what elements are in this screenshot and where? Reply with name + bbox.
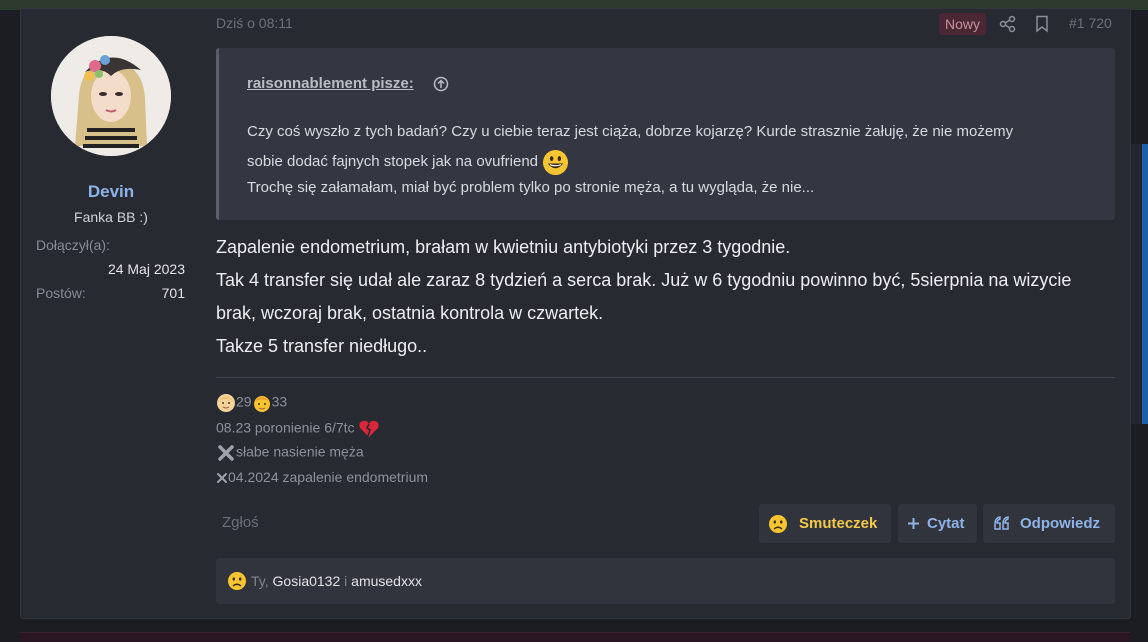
avatar-image xyxy=(51,36,171,156)
sad-face-icon xyxy=(228,572,246,590)
reactions-summary[interactable]: Ty, Gosia0132 i amusedxxx xyxy=(216,558,1115,604)
post-body: Zapalenie endometrium, brałam w kwietniu… xyxy=(216,231,1116,363)
posts-label: Postów: xyxy=(36,285,86,301)
reply-button-label: Odpowiedz xyxy=(1020,515,1100,532)
reaction-you: Ty, xyxy=(251,573,269,589)
reaction-sad-label: Smuteczek xyxy=(799,515,878,532)
reaction-user-1[interactable]: Gosia0132 xyxy=(273,573,341,589)
quote-line-2: sobie dodać fajnych stopek jak na ovufri… xyxy=(247,147,1087,177)
signature-endometritis: 04.2024 zapalenie endometrium xyxy=(228,469,429,485)
user-info-column: Devin Fanka BB :) Dołączył(a): 24 Maj 20… xyxy=(21,9,201,618)
side-accent-bar xyxy=(1142,144,1148,424)
broken-heart-icon xyxy=(359,420,380,437)
post-number[interactable]: #1 720 xyxy=(1069,15,1112,31)
forum-post: Devin Fanka BB :) Dołączył(a): 24 Maj 20… xyxy=(20,8,1131,619)
woman-emoji-icon xyxy=(217,394,235,412)
username[interactable]: Devin xyxy=(21,182,201,202)
plus-icon xyxy=(908,518,919,529)
reply-button[interactable]: Odpowiedz xyxy=(983,504,1115,543)
small-cross-icon xyxy=(217,473,227,484)
man-emoji-icon xyxy=(253,396,270,412)
body-line-4: Takze 5 transfer niedługo.. xyxy=(216,336,428,356)
quote-button[interactable]: Cytat xyxy=(898,504,977,543)
reaction-and: i xyxy=(344,573,348,589)
quote-line-2-text: sobie dodać fajnych stopek jak na ovufri… xyxy=(247,153,539,170)
post-date[interactable]: Dziś o 08:11 xyxy=(216,15,293,31)
arrow-up-circle-icon[interactable] xyxy=(433,76,449,92)
share-icon[interactable] xyxy=(999,15,1017,33)
user-title: Fanka BB :) xyxy=(74,209,148,225)
new-badge: Nowy xyxy=(939,13,987,35)
quote-line-1: Czy coś wyszło z tych badań? Czy u ciebi… xyxy=(247,123,1014,140)
next-post-edge xyxy=(20,632,1130,642)
cross-mark-icon xyxy=(218,445,234,461)
signature-line-4: 04.2024 zapalenie endometrium xyxy=(216,469,428,485)
reaction-user-2[interactable]: amusedxxx xyxy=(351,573,422,589)
signature-weak-sperm: słabe nasienie męża xyxy=(236,443,364,460)
quote-button-label: Cytat xyxy=(927,515,965,532)
reaction-users: Ty, Gosia0132 i amusedxxx xyxy=(251,558,422,604)
side-panel xyxy=(1131,144,1142,424)
signature-line-1: 29 33 xyxy=(216,393,287,413)
posts-value: 701 xyxy=(161,285,185,301)
quote-marks-icon xyxy=(994,516,1009,530)
body-line-3: brak, wczoraj brak, ostatnia kontrola w … xyxy=(216,303,604,323)
grinning-emoji-icon xyxy=(543,149,569,175)
quote-author-link[interactable]: raisonnablement pisze: xyxy=(247,75,414,92)
quote-text: Czy coś wyszło z tych badań? Czy u ciebi… xyxy=(247,117,1087,199)
joined-value: 24 Maj 2023 xyxy=(107,261,185,277)
body-line-1: Zapalenie endometrium, brałam w kwietniu… xyxy=(216,237,791,257)
quote-line-3: Trochę się załamałam, miał być problem t… xyxy=(247,179,815,196)
avatar[interactable] xyxy=(51,36,171,156)
signature-divider xyxy=(216,377,1115,378)
joined-label: Dołączył(a): xyxy=(36,237,110,253)
age-her: 29 xyxy=(236,393,252,410)
signature-line-2: 08.23 poronienie 6/7tc xyxy=(216,419,380,439)
signature-line-3: słabe nasienie męża xyxy=(216,443,364,463)
age-him: 33 xyxy=(271,393,288,410)
sad-face-icon xyxy=(769,515,787,533)
bookmark-icon[interactable] xyxy=(1034,15,1050,33)
report-link[interactable]: Zgłoś xyxy=(222,514,259,531)
reaction-sad-button[interactable]: Smuteczek xyxy=(759,504,891,543)
body-line-2: Tak 4 transfer się udał ale zaraz 8 tydz… xyxy=(216,270,1072,290)
quote-block: raisonnablement pisze: Czy coś wyszło z … xyxy=(216,48,1115,220)
signature-miscarriage: 08.23 poronienie 6/7tc xyxy=(216,419,355,436)
